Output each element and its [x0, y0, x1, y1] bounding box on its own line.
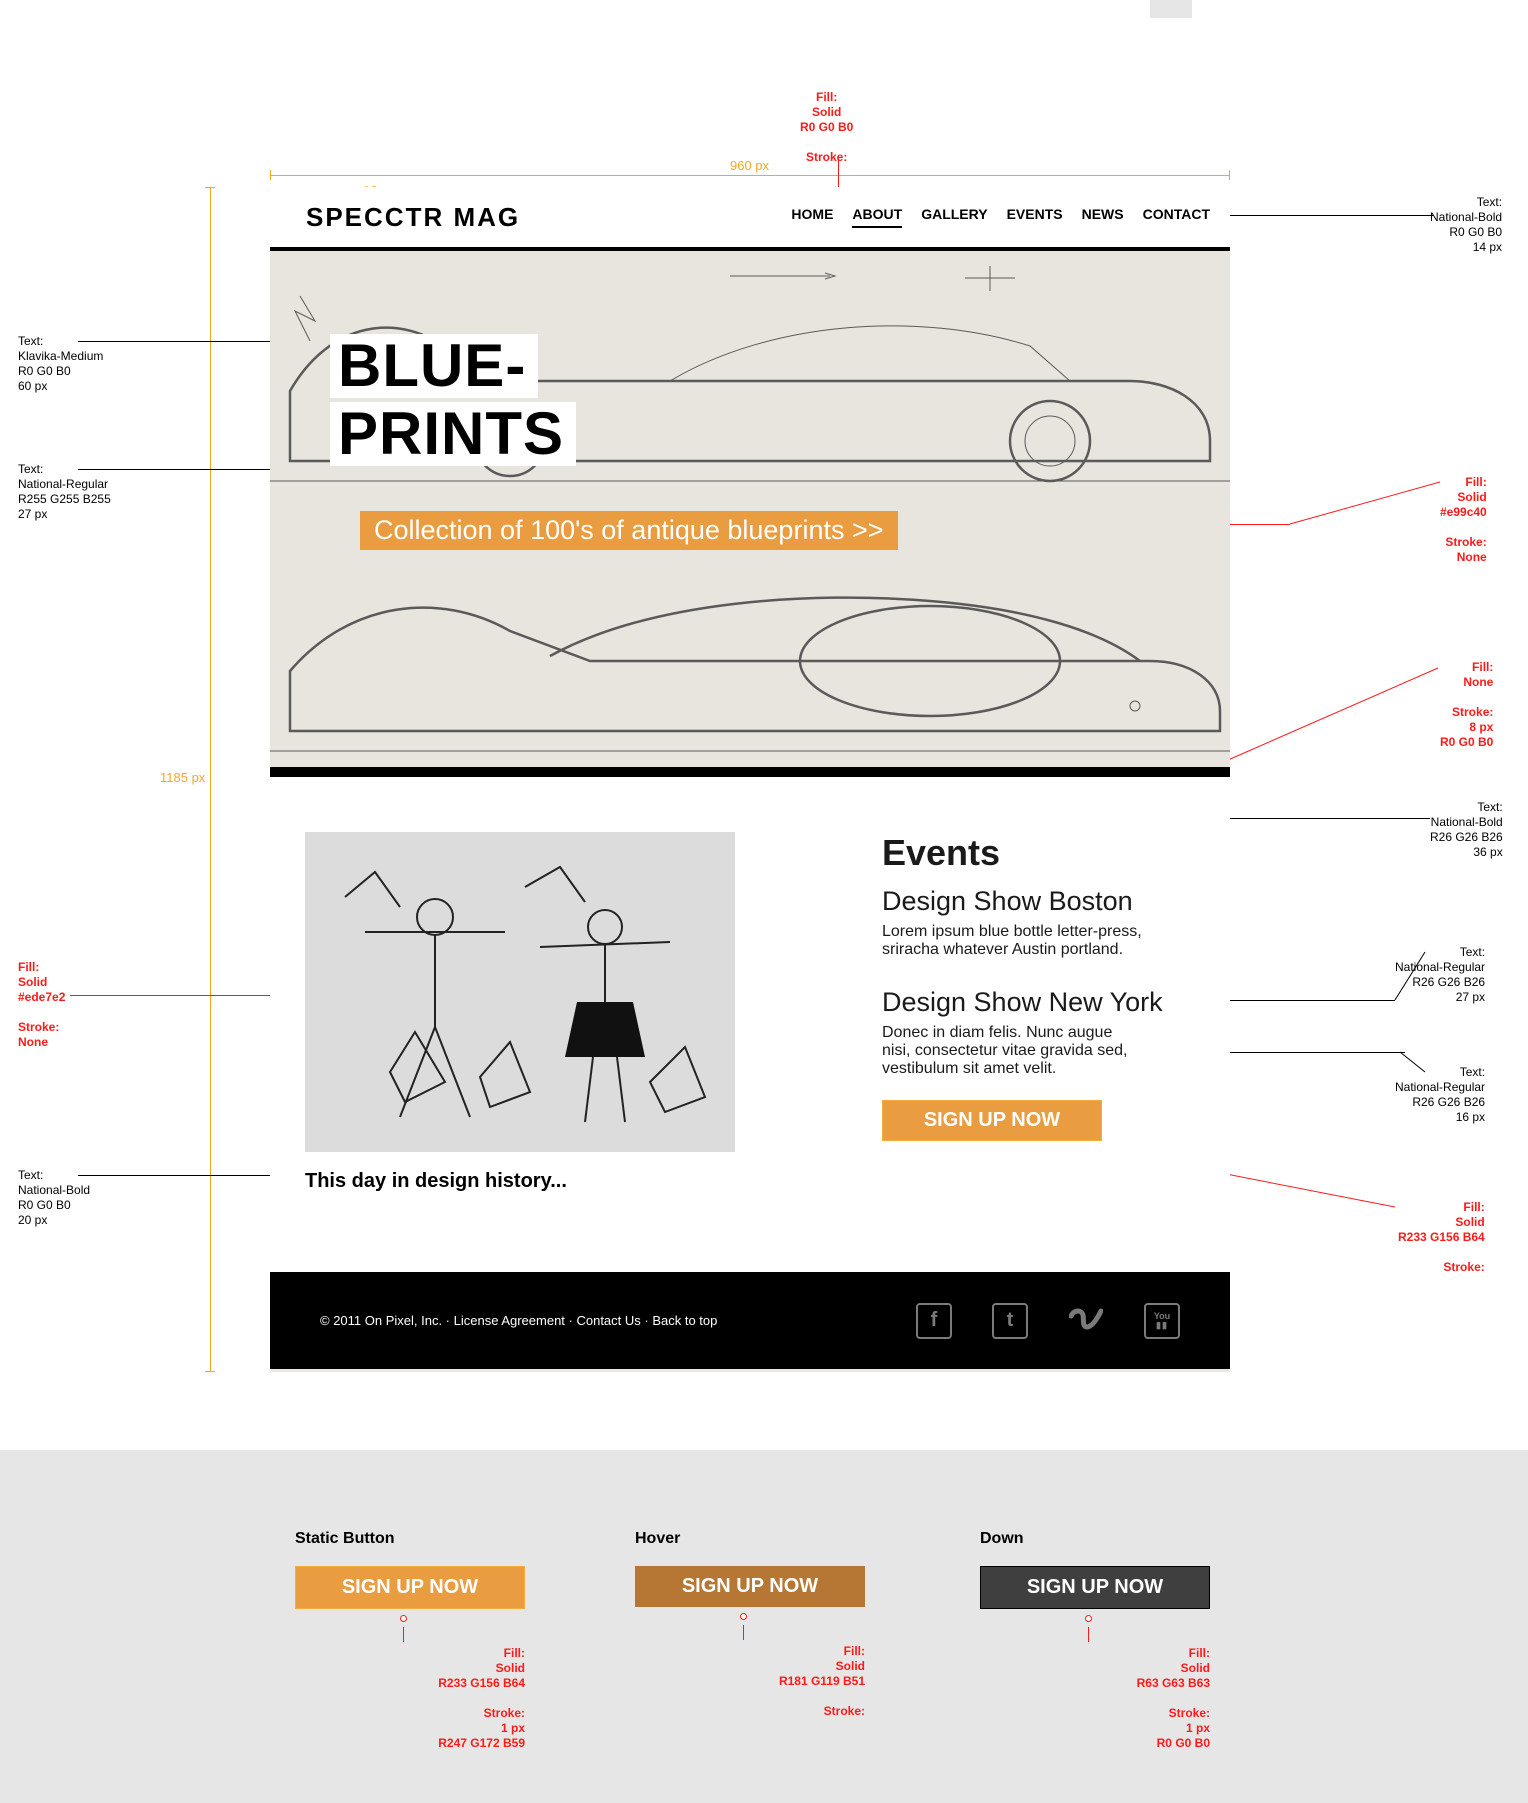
- state-down-button[interactable]: SIGN UP NOW: [980, 1566, 1210, 1609]
- state-static-heading: Static Button: [295, 1530, 575, 1548]
- youtube-icon[interactable]: You▮▮: [1144, 1303, 1180, 1339]
- spec-line: [70, 995, 270, 996]
- spec-line: [403, 1627, 404, 1642]
- nav-about[interactable]: ABOUT: [852, 206, 902, 228]
- logo[interactable]: SPECCTR MAG: [306, 202, 520, 233]
- tumblr-icon[interactable]: t: [992, 1303, 1028, 1339]
- history-caption: This day in design history...: [305, 1170, 745, 1193]
- state-down: Down SIGN UP NOW Fill: Solid R63 G63 B63…: [980, 1530, 1260, 1751]
- state-down-heading: Down: [980, 1530, 1260, 1548]
- footer: © 2011 On Pixel, Inc. · License Agreemen…: [270, 1272, 1230, 1369]
- signup-button[interactable]: SIGN UP NOW: [882, 1100, 1102, 1141]
- spec-hero-sub-text: Text: National-Regular R255 G255 B255 27…: [18, 462, 111, 522]
- hero: BLUE- PRINTS Collection of 100's of anti…: [270, 247, 1230, 777]
- state-static-button[interactable]: SIGN UP NOW: [295, 1566, 525, 1609]
- dim-tick: [205, 187, 215, 188]
- dim-height: 1185 px: [160, 770, 205, 785]
- facebook-icon[interactable]: f: [916, 1303, 952, 1339]
- footer-copyright[interactable]: © 2011 On Pixel, Inc. · License Agreemen…: [320, 1313, 717, 1328]
- hero-title-line1: BLUE-: [330, 334, 538, 398]
- spec-hover: Fill: Solid R181 G119 B51 Stroke:: [665, 1644, 865, 1719]
- state-hover-button[interactable]: SIGN UP NOW: [635, 1566, 865, 1607]
- event1-body: Lorem ipsum blue bottle letter-press, sr…: [882, 923, 1142, 959]
- spec-marker: [400, 1615, 407, 1622]
- event2-title: Design Show New York: [882, 987, 1195, 1018]
- spec-line: [1395, 952, 1435, 1002]
- nav-contact[interactable]: CONTACT: [1143, 206, 1210, 228]
- spec-nav-text: Text: National-Bold R0 G0 B0 14 px: [1430, 195, 1502, 255]
- spec-signup-fill: Fill: Solid R233 G156 B64 Stroke:: [1398, 1200, 1485, 1275]
- nav: HOME ABOUT GALLERY EVENTS NEWS CONTACT: [791, 206, 1210, 228]
- spec-line: [838, 160, 839, 161]
- spec-hero-border: Fill: None Stroke: 8 px R0 G0 B0: [1440, 660, 1493, 750]
- spec-static: Fill: Solid R233 G156 B64 Stroke: 1 px R…: [325, 1646, 525, 1751]
- nav-home[interactable]: HOME: [791, 206, 833, 228]
- content-left: This day in design history...: [305, 832, 745, 1252]
- dim-width: 960 px: [730, 158, 769, 173]
- state-hover: Hover SIGN UP NOW Fill: Solid R181 G119 …: [635, 1530, 915, 1719]
- state-hover-heading: Hover: [635, 1530, 915, 1548]
- dim-tick: [1229, 170, 1230, 180]
- spec-line: [1290, 482, 1450, 532]
- top-gray-tile: [1150, 0, 1192, 18]
- vimeo-icon[interactable]: [1068, 1303, 1104, 1339]
- spec-caption: Text: National-Bold R0 G0 B0 20 px: [18, 1168, 90, 1228]
- spec-marker: [740, 1613, 747, 1620]
- nav-news[interactable]: NEWS: [1082, 206, 1124, 228]
- spec-line: [1228, 668, 1448, 760]
- button-states-panel: Static Button SIGN UP NOW Fill: Solid R2…: [0, 1450, 1528, 1803]
- event2-body: Donec in diam felis. Nunc augue nisi, co…: [882, 1024, 1142, 1078]
- nav-gallery[interactable]: GALLERY: [921, 206, 987, 228]
- event1-title: Design Show Boston: [882, 886, 1195, 917]
- spec-hero-title: Text: Klavika-Medium R0 G0 B0 60 px: [18, 334, 103, 394]
- spec-marker: [1085, 1615, 1092, 1622]
- header: SPECCTR MAG HOME ABOUT GALLERY EVENTS NE…: [270, 187, 1230, 247]
- spec-about-fill: Fill: Solid R0 G0 B0 Stroke:: [800, 90, 853, 165]
- spec-down: Fill: Solid R63 G63 B63 Stroke: 1 px R0 …: [1010, 1646, 1210, 1751]
- hero-subtitle-link[interactable]: Collection of 100's of antique blueprint…: [360, 511, 898, 550]
- spec-line: [1400, 1052, 1430, 1077]
- state-static: Static Button SIGN UP NOW Fill: Solid R2…: [295, 1530, 575, 1751]
- spec-bg-fill: Fill: Solid #ede7e2 Stroke: None: [18, 960, 65, 1050]
- events-heading: Events: [882, 832, 1195, 874]
- social-links: f t You▮▮: [916, 1303, 1180, 1339]
- hero-title: BLUE- PRINTS: [330, 334, 576, 470]
- spec-line: [1088, 1627, 1089, 1642]
- hero-title-line2: PRINTS: [330, 402, 576, 466]
- dim-rule-height: [210, 187, 211, 1372]
- dim-tick: [205, 1371, 215, 1372]
- nav-events[interactable]: EVENTS: [1007, 206, 1063, 228]
- spec-events-h: Text: National-Bold R26 G26 B26 36 px: [1430, 800, 1503, 860]
- dim-rule-width: [270, 175, 1230, 176]
- spec-line: [78, 1175, 278, 1176]
- content: This day in design history... Events Des…: [270, 777, 1230, 1272]
- dim-tick: [270, 170, 271, 180]
- spec-line: [743, 1625, 744, 1640]
- mockup-frame: SPECCTR MAG HOME ABOUT GALLERY EVENTS NE…: [270, 187, 1230, 1372]
- content-right: Events Design Show Boston Lorem ipsum bl…: [882, 832, 1195, 1252]
- history-photo: [305, 832, 735, 1152]
